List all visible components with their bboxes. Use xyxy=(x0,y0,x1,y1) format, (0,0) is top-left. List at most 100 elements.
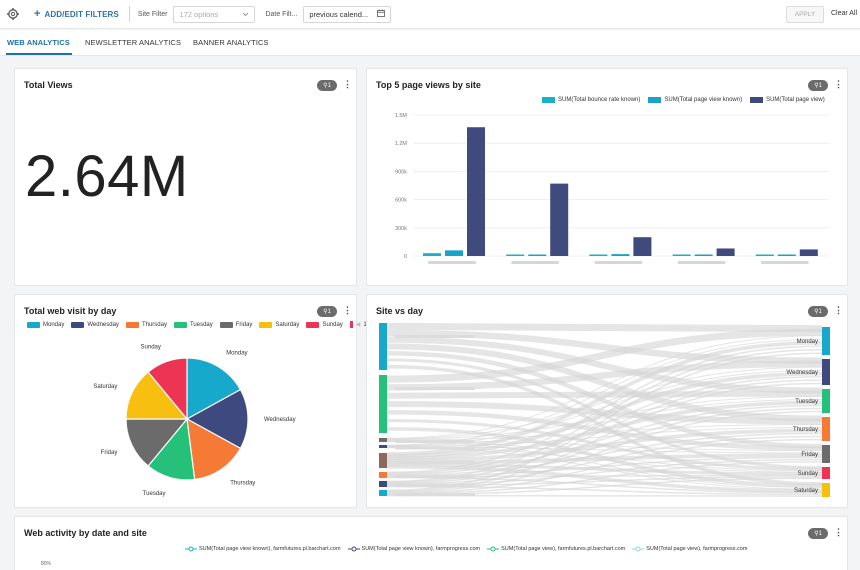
pie-label: Friday xyxy=(101,450,118,456)
legend-item[interactable]: Tuesday xyxy=(173,321,213,328)
pie-card: Total web visit by day ⚲ 1 ⋮ Monday Wednes… xyxy=(14,294,379,508)
legend-item[interactable]: Wednesday xyxy=(71,321,119,328)
sankey-target-node xyxy=(822,467,830,479)
sankey-source-node xyxy=(379,472,387,478)
bar xyxy=(672,254,691,256)
legend-swatch xyxy=(71,321,85,328)
x-tick-label-blurred xyxy=(760,261,809,264)
bar xyxy=(799,249,818,256)
sankey-source-label-blurred xyxy=(395,335,475,338)
legend-item[interactable]: SUM(Total page view known) xyxy=(648,97,742,103)
sankey-source-node xyxy=(379,481,387,487)
more-menu-icon[interactable]: ⋮ xyxy=(834,528,843,537)
legend-item[interactable]: SUM(Total page view) xyxy=(750,97,825,103)
bar xyxy=(777,254,796,256)
pie-label: Saturday xyxy=(93,384,117,390)
tab-banner-analytics[interactable]: BANNER ANALYTICS xyxy=(193,38,269,47)
filter-badge[interactable]: ⚲ 1 xyxy=(808,306,828,317)
sankey-target-node xyxy=(822,483,830,497)
legend-label: SUM(Total page view known), farmfutures.… xyxy=(199,546,341,552)
filter-toolbar: + ADD/EDIT FILTERS Site Filter 172 option… xyxy=(0,0,860,29)
bar xyxy=(755,254,774,256)
total-views-card: Total Views ⚲ 1 ⋮ 2.64M xyxy=(14,68,357,286)
legend-swatch xyxy=(259,321,273,328)
legend-item[interactable]: SUM(Total bounce rate known) xyxy=(542,97,640,103)
legend-item[interactable]: Thursday xyxy=(125,321,167,328)
total-views-value: 2.64M xyxy=(25,144,189,209)
legend-swatch xyxy=(173,321,187,328)
bar xyxy=(528,254,547,256)
sankey-source-label-blurred xyxy=(395,446,475,450)
more-menu-icon[interactable]: ⋮ xyxy=(343,306,352,315)
date-filter-select[interactable]: previous calend... xyxy=(303,5,392,23)
y-tick-label: 0 xyxy=(404,254,407,260)
card-title: Total web visit by day xyxy=(24,306,117,316)
legend-item[interactable]: SUM(Total page view), farmfutures.pl.bar… xyxy=(487,546,625,552)
sankey-source-label-blurred xyxy=(395,493,475,496)
bar xyxy=(423,253,441,256)
clear-all-button[interactable]: Clear All xyxy=(831,10,857,17)
sankey-source-label-blurred xyxy=(395,484,475,487)
divider xyxy=(128,6,130,22)
apply-button[interactable]: APPLY xyxy=(786,6,824,23)
bar xyxy=(611,254,630,256)
sankey-target-node xyxy=(822,389,830,413)
bar-chart: 0 300k 600k 900k 1.2M 1.5M xyxy=(395,113,829,264)
bar xyxy=(589,254,608,256)
add-edit-filters-button[interactable]: + ADD/EDIT FILTERS xyxy=(34,8,119,20)
legend-item[interactable]: Monday xyxy=(27,321,65,328)
top5-card: Top 5 page views by site ⚲ 1 ⋮ SUM(Total … xyxy=(366,68,848,286)
card-title: Total Views xyxy=(24,80,73,90)
legend-label: Thursday xyxy=(141,321,167,328)
filter-badge[interactable]: ⚲ 1 xyxy=(808,80,828,91)
legend-label: SUM(Total page view), farmprogress.com xyxy=(646,546,748,552)
pie-label: Monday xyxy=(226,351,247,357)
gear-icon[interactable] xyxy=(6,7,20,21)
tab-newsletter-analytics[interactable]: NEWSLETTER ANALYTICS xyxy=(85,38,181,47)
legend-label: SUM(Total page view known), farmprogress… xyxy=(361,546,481,552)
active-tab-indicator xyxy=(6,53,72,55)
filter-count: 1 xyxy=(818,530,822,537)
filter-badge[interactable]: ⚲ 1 xyxy=(808,528,828,539)
more-menu-icon[interactable]: ⋮ xyxy=(834,80,843,89)
x-tick-label-blurred xyxy=(428,261,476,264)
sankey-target-node xyxy=(822,445,830,463)
line-marker-icon xyxy=(487,546,500,552)
calendar-icon xyxy=(377,9,386,19)
line-marker-icon xyxy=(185,546,197,552)
line-marker-icon xyxy=(347,546,360,552)
sankey-chart: Monday Wednesday Tuesday Thursday Friday Sund… xyxy=(379,322,830,497)
x-tick-label-blurred xyxy=(594,261,643,264)
site-filter-select[interactable]: 172 options xyxy=(173,5,256,23)
legend-item[interactable]: Sunday xyxy=(306,321,343,328)
legend-label: Tuesday xyxy=(189,321,213,328)
tab-web-analytics[interactable]: WEB ANALYTICS xyxy=(7,38,70,47)
sankey-target-label: Wednesday xyxy=(786,370,818,376)
legend-label: SUM(Total bounce rate known) xyxy=(558,97,641,103)
site-filter-label: Site Filter xyxy=(137,10,168,18)
filter-badge[interactable]: ⚲ 1 xyxy=(317,80,337,91)
legend-item[interactable]: SUM(Total page view known), farmprogress… xyxy=(347,546,481,552)
card-title: Web activity by date and site xyxy=(24,528,147,538)
sankey-target-node xyxy=(822,327,830,355)
bar xyxy=(694,254,713,256)
sankey-source-label-blurred xyxy=(395,387,475,390)
legend-item[interactable]: Saturday xyxy=(259,321,300,328)
filter-badge[interactable]: ⚲ 1 xyxy=(317,306,337,317)
prev-page-icon[interactable]: ◀ xyxy=(356,321,361,328)
x-tick-label-blurred xyxy=(677,261,726,264)
bar-legend: SUM(Total bounce rate known) SUM(Total p… xyxy=(542,97,825,103)
filter-count: 1 xyxy=(327,82,331,89)
legend-item[interactable]: Friday xyxy=(219,321,252,328)
legend-label: Saturday xyxy=(275,321,300,328)
legend-item[interactable]: SUM(Total page view), farmprogress.com xyxy=(632,546,747,552)
more-menu-icon[interactable]: ⋮ xyxy=(834,306,843,315)
legend-label: Monday xyxy=(43,321,65,328)
y-tick-label: 80% xyxy=(41,561,52,567)
pie-label: Sunday xyxy=(141,345,161,351)
more-menu-icon[interactable]: ⋮ xyxy=(343,80,352,89)
date-filter-value: previous calend... xyxy=(309,9,369,19)
sankey-source-label-blurred xyxy=(395,440,475,443)
bar xyxy=(550,183,569,256)
legend-item[interactable]: SUM(Total page view known), farmfutures.… xyxy=(185,546,341,552)
